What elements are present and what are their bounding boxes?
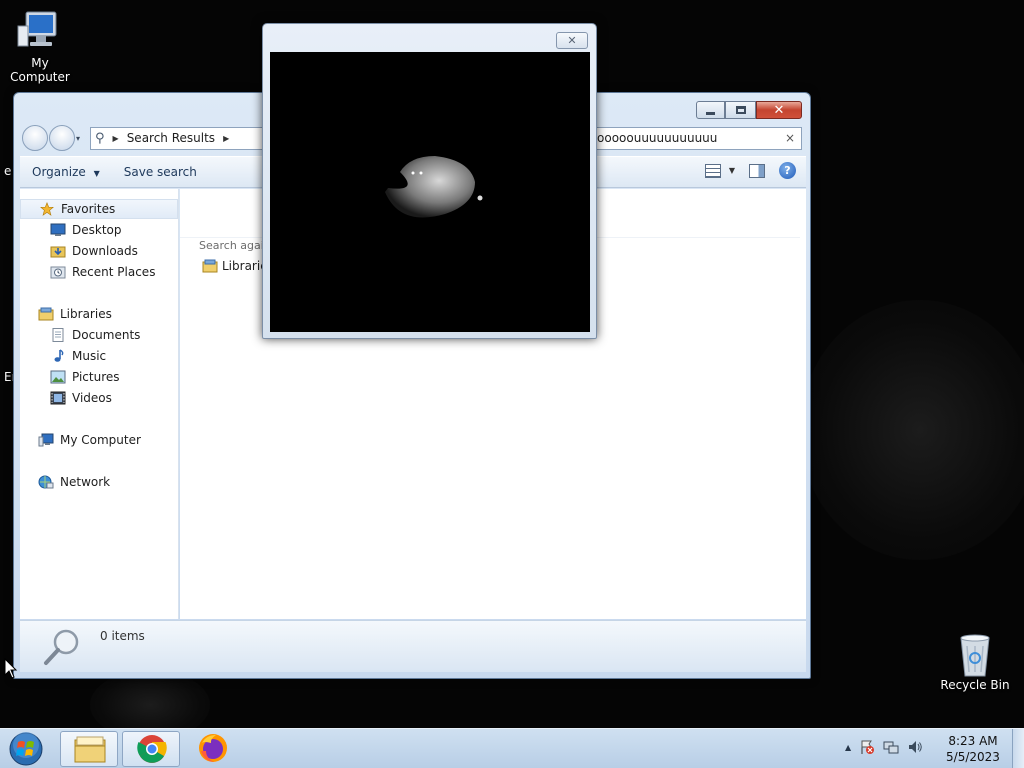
clock-time: 8:23 AM (948, 734, 998, 748)
show-hidden-icons-button[interactable]: ▲ (845, 743, 851, 752)
desktop-icon (50, 223, 66, 236)
search-magnifier-icon (44, 629, 79, 665)
desktop-wallpaper-shape (800, 300, 1024, 560)
nav-item-music[interactable]: Music (20, 346, 106, 366)
network-status-icon[interactable] (883, 739, 899, 755)
help-icon[interactable]: ? (779, 162, 796, 179)
save-search-button[interactable]: Save search (112, 165, 209, 179)
minimize-icon (706, 111, 715, 115)
desktop-icon-label: Recycle Bin (940, 678, 1010, 692)
chevron-down-icon: ▼ (728, 166, 735, 175)
computer-icon (16, 8, 64, 54)
taskbar-chrome-button[interactable] (122, 731, 180, 767)
desktop-partial-label: e (4, 164, 12, 178)
nav-label: Libraries (60, 307, 112, 321)
video-content-image (385, 156, 483, 218)
nav-item-videos[interactable]: Videos (20, 388, 112, 408)
close-button[interactable]: ✕ (556, 32, 588, 49)
start-button[interactable] (6, 731, 46, 767)
chevron-down-icon[interactable]: ▾ (76, 134, 86, 143)
nav-label: Music (72, 349, 107, 363)
show-desktop-button[interactable] (1012, 729, 1024, 768)
navigation-pane: Favorites Desktop Downloads Recent Place… (20, 189, 179, 619)
volume-icon[interactable] (907, 739, 923, 755)
folder-icon (74, 736, 106, 763)
taskbar-explorer-button[interactable] (60, 731, 118, 767)
videos-icon (50, 391, 66, 405)
search-input[interactable]: yyyoooooooooouuuuuuuuuuu × (566, 126, 802, 150)
taskbar-firefox-button[interactable] (184, 731, 242, 767)
mouse-cursor-icon (4, 658, 18, 679)
chevron-down-icon: ▼ (93, 169, 100, 178)
desktop-icon-label: My Computer (10, 56, 70, 84)
item-count: 0 items (100, 629, 145, 643)
close-icon: ✕ (773, 102, 785, 118)
breadcrumb-search-results[interactable]: Search Results (127, 131, 215, 145)
search-icon: ⚲ (95, 130, 105, 146)
nav-label: Recent Places (72, 265, 156, 279)
nav-item-desktop[interactable]: Desktop (20, 220, 122, 240)
video-popup-window: ✕ (262, 23, 597, 339)
save-search-label: Save search (123, 165, 197, 179)
desktop-icon-recycle-bin[interactable]: Recycle Bin (935, 630, 1015, 692)
libraries-icon (38, 307, 54, 321)
nav-item-recent-places[interactable]: Recent Places (20, 262, 155, 282)
nav-item-pictures[interactable]: Pictures (20, 367, 120, 387)
close-icon: ✕ (567, 34, 577, 47)
clock-date: 5/5/2023 (946, 750, 1000, 764)
chrome-icon (137, 735, 167, 763)
nav-item-libraries[interactable]: Libraries (20, 304, 112, 324)
taskbar: ▲ 8:23 AM 5/5/2023 (0, 728, 1024, 768)
notification-area: ▲ (845, 739, 923, 755)
minimize-button[interactable] (696, 101, 725, 119)
desktop-icon-my-computer[interactable]: My Computer (0, 8, 80, 84)
nav-label: Network (60, 475, 111, 489)
nav-label: Pictures (72, 370, 120, 384)
recycle-bin-icon (951, 630, 999, 677)
preview-pane-icon[interactable] (749, 163, 765, 178)
nav-label: My Computer (60, 433, 141, 447)
nav-label: Videos (72, 391, 112, 405)
nav-item-my-computer[interactable]: My Computer (20, 430, 141, 450)
nav-label: Documents (72, 328, 141, 342)
nav-label: Favorites (61, 202, 116, 216)
star-icon (40, 202, 54, 216)
view-list-icon (704, 163, 721, 178)
action-center-flag-icon[interactable] (859, 739, 875, 755)
details-pane: 0 items (20, 620, 806, 672)
back-button[interactable] (22, 125, 48, 151)
clock[interactable]: 8:23 AM 5/5/2023 (940, 733, 1006, 765)
close-button[interactable]: ✕ (756, 101, 802, 119)
recent-places-icon (50, 266, 66, 279)
forward-button[interactable] (49, 125, 75, 151)
nav-label: Desktop (72, 223, 122, 237)
libraries-icon (202, 259, 218, 273)
nav-item-network[interactable]: Network (20, 472, 110, 492)
change-view-button[interactable]: ▼ (704, 163, 735, 178)
pictures-icon (50, 370, 66, 384)
clear-search-icon[interactable]: × (785, 131, 795, 145)
maximize-button[interactable] (725, 101, 756, 119)
windows-logo-icon (9, 732, 43, 766)
documents-icon (52, 328, 64, 342)
video-frame (270, 52, 590, 332)
chevron-right-icon: ▶ (112, 133, 119, 143)
nav-label: Downloads (72, 244, 138, 258)
music-icon (54, 349, 64, 362)
nav-item-documents[interactable]: Documents (20, 325, 140, 345)
toolbar-right: ▼ ? (704, 162, 796, 179)
chevron-right-icon[interactable]: ▶ (223, 134, 229, 143)
organize-label: Organize (32, 165, 86, 179)
maximize-icon (735, 106, 746, 114)
organize-button[interactable]: Organize ▼ (20, 165, 112, 179)
firefox-icon (199, 734, 227, 762)
caption-buttons: ✕ (696, 101, 802, 119)
nav-item-downloads[interactable]: Downloads (20, 241, 138, 261)
downloads-folder-icon (50, 246, 66, 258)
network-icon (38, 475, 54, 489)
nav-item-favorites[interactable]: Favorites (20, 199, 178, 219)
computer-icon (38, 433, 54, 447)
